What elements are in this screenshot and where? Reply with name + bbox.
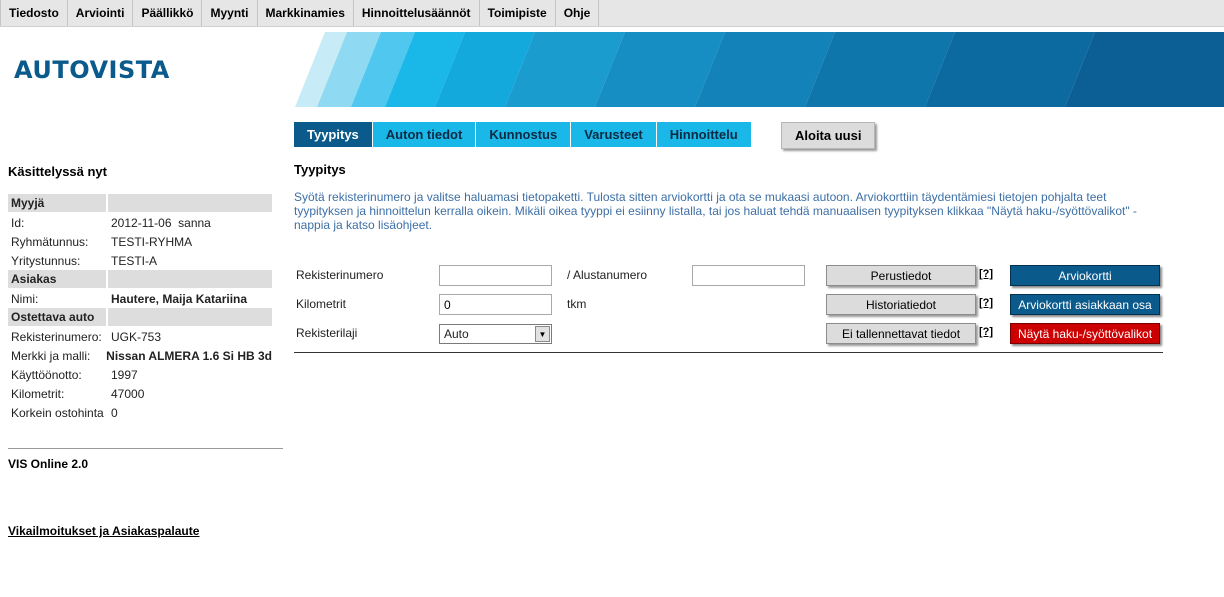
tab-hinnoittelu[interactable]: Hinnoittelu (656, 122, 752, 147)
tab-varusteet[interactable]: Varusteet (571, 122, 657, 147)
feedback-link[interactable]: Vikailmoitukset ja Asiakaspalaute (8, 524, 199, 538)
banner-stripes-graphic (295, 32, 1224, 107)
perustiedot-button[interactable]: Perustiedot (826, 265, 976, 286)
reg-type-label: Rekisterilaji (296, 326, 358, 340)
version-label: VIS Online 2.0 (8, 457, 89, 471)
section-header-asiakas: Asiakas (8, 270, 272, 288)
reg-number-label: Rekisterinumero (296, 268, 384, 282)
info-row: Yritystunnus: TESTI-A (11, 253, 158, 268)
tab-kunnostus[interactable]: Kunnostus (476, 122, 572, 147)
reg-type-select[interactable]: Auto ▼ (439, 324, 552, 344)
info-row: Kilometrit: 47000 (11, 386, 145, 401)
info-row: Rekisterinumero: UGK-753 (11, 329, 162, 344)
menu-tiedosto[interactable]: Tiedosto (0, 0, 68, 26)
aloita-uusi-button[interactable]: Aloita uusi (781, 122, 876, 149)
km-unit-label: tkm (567, 297, 587, 311)
top-menu-bar: Tiedosto Arviointi Päällikkö Myynti Mark… (0, 0, 1224, 27)
tab-tyypitys[interactable]: Tyypitys (294, 122, 373, 147)
arviokortti-asiakas-button[interactable]: Arviokortti asiakkaan osa (1010, 294, 1160, 315)
km-label: Kilometrit (296, 297, 347, 311)
sidebar-divider (8, 448, 283, 449)
sidebar-info-table: Myyjä Id: 2012-11-06 sanna Ryhmätunnus: … (8, 194, 272, 422)
page-title: Tyypitys (294, 162, 346, 177)
section-header-ostettava-auto: Ostettava auto (8, 308, 272, 326)
menu-arviointi[interactable]: Arviointi (68, 0, 134, 26)
chassis-number-label: / Alustanumero (567, 268, 648, 282)
nayta-haku-button[interactable]: Näytä haku-/syöttövalikot (1010, 323, 1160, 344)
info-row: Ryhmätunnus: TESTI-RYHMA (11, 234, 193, 249)
km-input[interactable] (439, 294, 552, 315)
intro-text: Syötä rekisterinumero ja valitse haluama… (294, 190, 1137, 232)
menu-myynti[interactable]: Myynti (202, 0, 258, 26)
historiatiedot-help-link[interactable]: [?] (979, 297, 993, 309)
info-row: Käyttöönotto: 1997 (11, 367, 138, 382)
autovista-logo: AUTOVISTA (14, 56, 170, 84)
historiatiedot-button[interactable]: Historiatiedot (826, 294, 976, 315)
perustiedot-help-link[interactable]: [?] (979, 268, 993, 280)
sidebar-title: Käsittelyssä nyt (8, 164, 107, 179)
tab-auton-tiedot[interactable]: Auton tiedot (372, 122, 477, 147)
header-banner (295, 32, 1224, 107)
form-divider (294, 352, 1163, 353)
ei-tallennettavat-help-link[interactable]: [?] (979, 326, 993, 338)
info-row: Korkein ostohinta 0 (11, 405, 118, 420)
menu-ohje[interactable]: Ohje (556, 0, 600, 26)
info-row: Merkki ja malli: Nissan ALMERA 1.6 Si HB… (11, 348, 272, 363)
arviokortti-button[interactable]: Arviokortti (1010, 265, 1160, 286)
menu-toimipiste[interactable]: Toimipiste (480, 0, 556, 26)
info-row: Id: 2012-11-06 sanna (11, 215, 211, 230)
menu-markkinamies[interactable]: Markkinamies (258, 0, 354, 26)
reg-number-input[interactable] (439, 265, 552, 286)
workflow-tabs: Tyypitys Auton tiedot Kunnostus Varustee… (294, 122, 752, 147)
chassis-number-input[interactable] (692, 265, 805, 286)
menu-hinnoittelusaannot[interactable]: Hinnoittelusäännöt (354, 0, 480, 26)
menu-paallikko[interactable]: Päällikkö (133, 0, 203, 26)
reg-type-selected: Auto (444, 327, 469, 341)
dropdown-arrow-icon[interactable]: ▼ (535, 326, 550, 342)
ei-tallennettavat-button[interactable]: Ei tallennettavat tiedot (826, 323, 976, 344)
section-header-myyja: Myyjä (8, 194, 272, 212)
info-row: Nimi: Hautere, Maija Katariina (11, 291, 248, 306)
